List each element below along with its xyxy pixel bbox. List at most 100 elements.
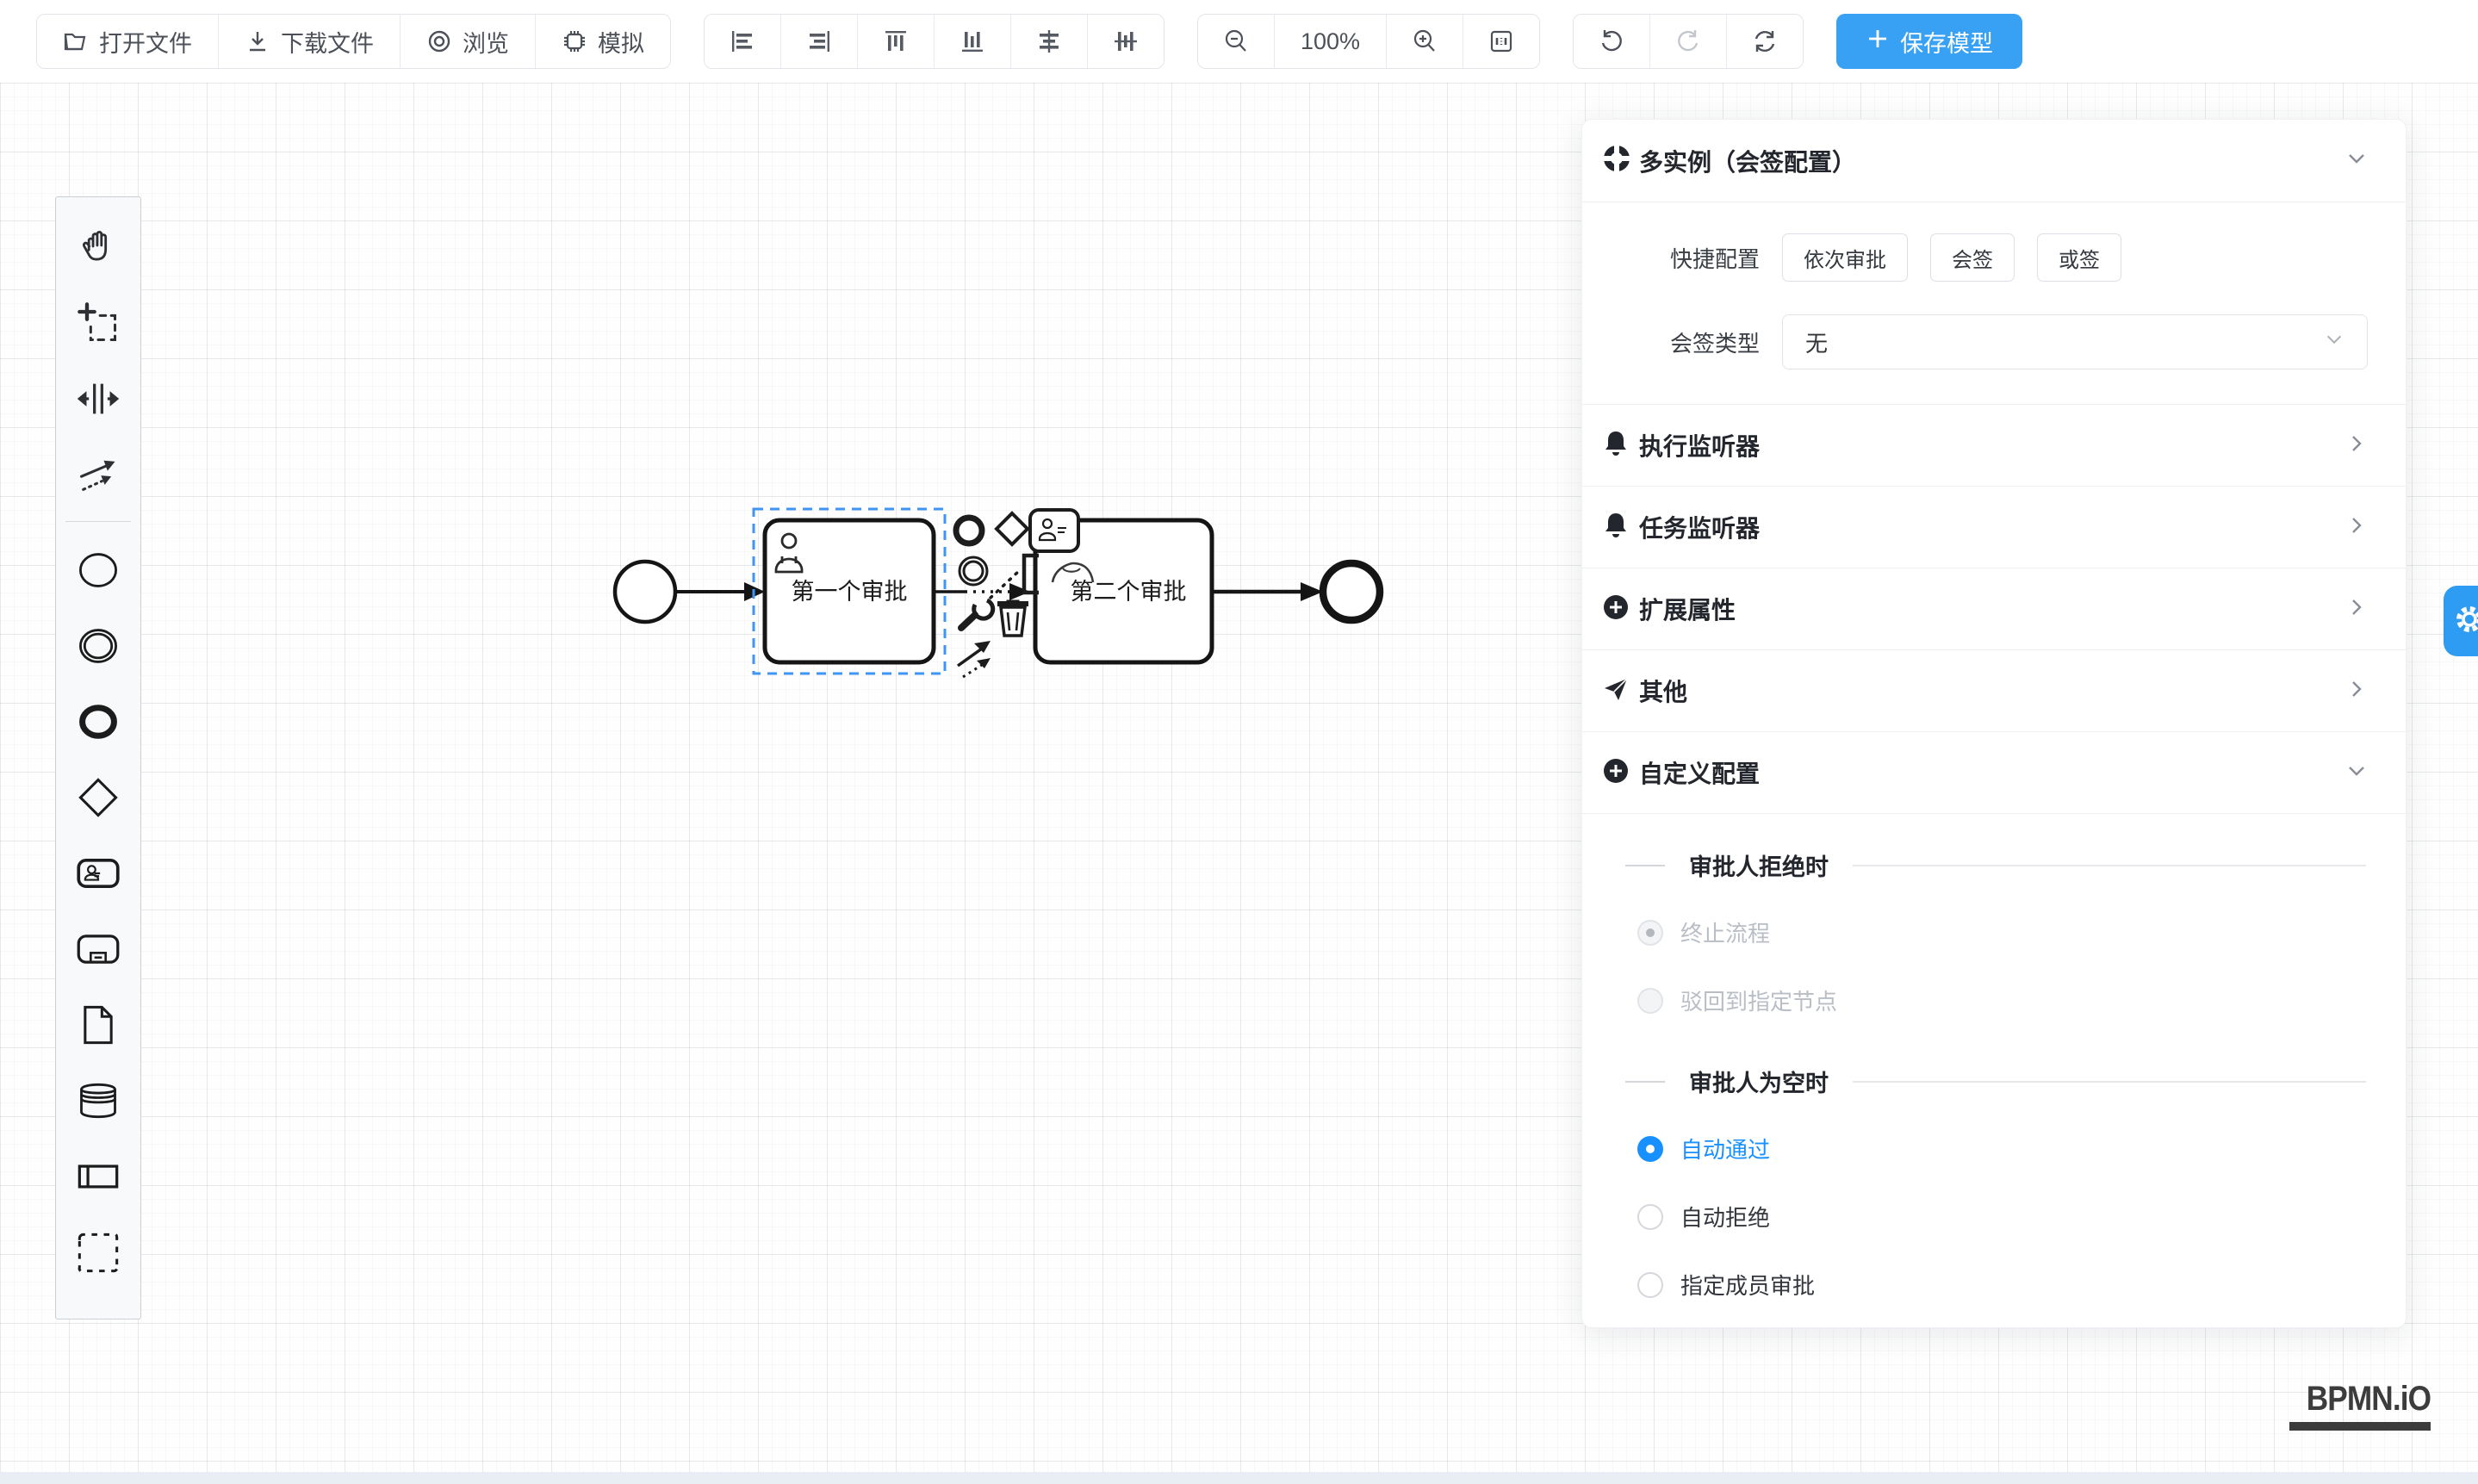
open-file-label: 打开文件 xyxy=(99,25,192,59)
chevron-down-icon xyxy=(2324,329,2344,356)
redo-icon xyxy=(1674,28,1702,55)
create-subprocess[interactable] xyxy=(62,911,134,987)
multi-instance-icon xyxy=(1601,143,1632,178)
align-top-button[interactable] xyxy=(858,15,935,68)
create-end-event[interactable] xyxy=(62,684,134,760)
create-intermediate-event[interactable] xyxy=(62,608,134,684)
save-model-label: 保存模型 xyxy=(1900,25,1993,59)
section-extension-properties[interactable]: 扩展属性 xyxy=(1582,568,2406,650)
create-start-event[interactable] xyxy=(62,532,134,608)
eye-icon xyxy=(426,28,452,54)
align-bottom-button[interactable] xyxy=(935,15,1011,68)
radio-icon xyxy=(1637,920,1663,946)
multi-instance-config: 快捷配置 依次审批 会签 或签 会签类型 无 xyxy=(1582,202,2406,405)
radio-icon xyxy=(1637,1136,1663,1162)
undo-button[interactable] xyxy=(1574,15,1650,68)
zoom-in-button[interactable] xyxy=(1387,15,1463,68)
delete-trash-icon[interactable] xyxy=(997,601,1028,636)
align-center-horizontal-icon xyxy=(1035,28,1063,55)
sequence-flow-2[interactable] xyxy=(934,583,1030,600)
align-center-horizontal-button[interactable] xyxy=(1011,15,1088,68)
bpmn-io-logo-text: BPMN.iO xyxy=(2307,1380,2431,1419)
global-connect-tool[interactable] xyxy=(62,437,134,512)
radio-auto-reject[interactable]: 自动拒绝 xyxy=(1637,1201,2406,1233)
chevron-right-icon xyxy=(2345,432,2368,459)
custom-config-content: 审批人拒绝时 终止流程 驳回到指定节点 审批人为空时 自动通过 xyxy=(1582,814,2406,1301)
bell-icon xyxy=(1601,429,1630,463)
append-end-event-icon[interactable] xyxy=(956,518,982,543)
radio-auto-pass[interactable]: 自动通过 xyxy=(1637,1133,2406,1164)
create-gateway[interactable] xyxy=(62,760,134,835)
start-event-node[interactable] xyxy=(615,562,675,622)
horizontal-scrollbar[interactable] xyxy=(0,1472,2478,1484)
quick-config-label: 快捷配置 xyxy=(1582,242,1760,274)
open-file-button[interactable]: 打开文件 xyxy=(37,15,219,68)
radio-icon xyxy=(1637,1204,1663,1230)
settings-wrench-icon[interactable] xyxy=(961,600,993,628)
settings-drawer-toggle[interactable] xyxy=(2444,586,2478,656)
gear-icon xyxy=(2452,602,2478,641)
fit-viewport-button[interactable] xyxy=(1463,15,1539,68)
download-file-label: 下载文件 xyxy=(281,25,374,59)
divider-on-reject: 审批人拒绝时 xyxy=(1625,848,2366,882)
align-bottom-icon xyxy=(959,28,986,55)
bpmn-io-logo-underline xyxy=(2289,1422,2431,1431)
radio-icon xyxy=(1637,1272,1663,1298)
save-model-button[interactable]: 保存模型 xyxy=(1836,14,2022,69)
append-intermediate-event-icon[interactable] xyxy=(960,557,987,585)
download-file-button[interactable]: 下载文件 xyxy=(219,15,401,68)
zoom-out-button[interactable] xyxy=(1198,15,1275,68)
end-event-node[interactable] xyxy=(1323,563,1380,620)
user-task-node-1[interactable]: 第一个审批 xyxy=(765,520,934,662)
multi-type-value: 无 xyxy=(1805,326,1828,358)
align-left-button[interactable] xyxy=(705,15,781,68)
space-tool[interactable] xyxy=(62,361,134,437)
quick-config-parallel-button[interactable]: 会签 xyxy=(1930,233,2015,282)
lasso-tool[interactable] xyxy=(62,285,134,361)
preview-button[interactable]: 浏览 xyxy=(401,15,536,68)
zoom-out-icon xyxy=(1222,28,1250,55)
history-button-group xyxy=(1573,14,1804,69)
append-user-task-icon[interactable] xyxy=(1030,510,1078,551)
align-right-button[interactable] xyxy=(781,15,858,68)
section-execution-listener[interactable]: 执行监听器 xyxy=(1582,405,2406,487)
palette-separator xyxy=(65,521,131,522)
refresh-button[interactable] xyxy=(1727,15,1803,68)
bpmn-editor-app: 打开文件 下载文件 浏览 模拟 xyxy=(0,0,2478,1484)
radio-return-to-node[interactable]: 驳回到指定节点 xyxy=(1637,984,2406,1016)
simulate-button[interactable]: 模拟 xyxy=(536,15,670,68)
create-participant[interactable] xyxy=(62,1139,134,1214)
create-data-store[interactable] xyxy=(62,1063,134,1139)
multi-type-select[interactable]: 无 xyxy=(1782,314,2368,369)
zoom-level[interactable]: 100% xyxy=(1275,15,1387,68)
divider-title: 审批人拒绝时 xyxy=(1689,848,1829,882)
sequence-flow-1[interactable] xyxy=(677,582,765,601)
section-label: 其他 xyxy=(1639,674,1687,708)
sequence-flow-3[interactable] xyxy=(1212,582,1323,601)
chevron-down-icon xyxy=(2345,760,2368,786)
panel-header-multi-instance[interactable]: 多实例（会签配置） xyxy=(1582,120,2406,202)
append-gateway-icon[interactable] xyxy=(997,513,1028,544)
section-task-listener[interactable]: 任务监听器 xyxy=(1582,487,2406,568)
radio-terminate-process[interactable]: 终止流程 xyxy=(1637,916,2406,948)
align-button-group xyxy=(704,14,1164,69)
connect-arrows-icon[interactable] xyxy=(958,641,991,677)
create-data-object[interactable] xyxy=(62,987,134,1063)
refresh-icon xyxy=(1751,28,1779,55)
radio-icon xyxy=(1637,988,1663,1014)
section-other[interactable]: 其他 xyxy=(1582,650,2406,732)
quick-config-any-button[interactable]: 或签 xyxy=(2037,233,2121,282)
create-group[interactable] xyxy=(62,1214,134,1290)
top-toolbar: 打开文件 下载文件 浏览 模拟 xyxy=(0,0,2478,83)
align-center-vertical-button[interactable] xyxy=(1088,15,1164,68)
bpmn-io-logo[interactable]: BPMN.iO xyxy=(2289,1380,2431,1431)
section-custom-config[interactable]: 自定义配置 xyxy=(1582,732,2406,814)
quick-config-sequential-button[interactable]: 依次审批 xyxy=(1782,233,1908,282)
create-user-task[interactable] xyxy=(62,835,134,911)
zoom-button-group: 100% xyxy=(1197,14,1540,69)
radio-assign-member[interactable]: 指定成员审批 xyxy=(1637,1269,2406,1301)
align-right-icon xyxy=(805,28,833,55)
hand-tool[interactable] xyxy=(62,209,134,285)
redo-button[interactable] xyxy=(1650,15,1727,68)
align-left-icon xyxy=(729,28,756,55)
